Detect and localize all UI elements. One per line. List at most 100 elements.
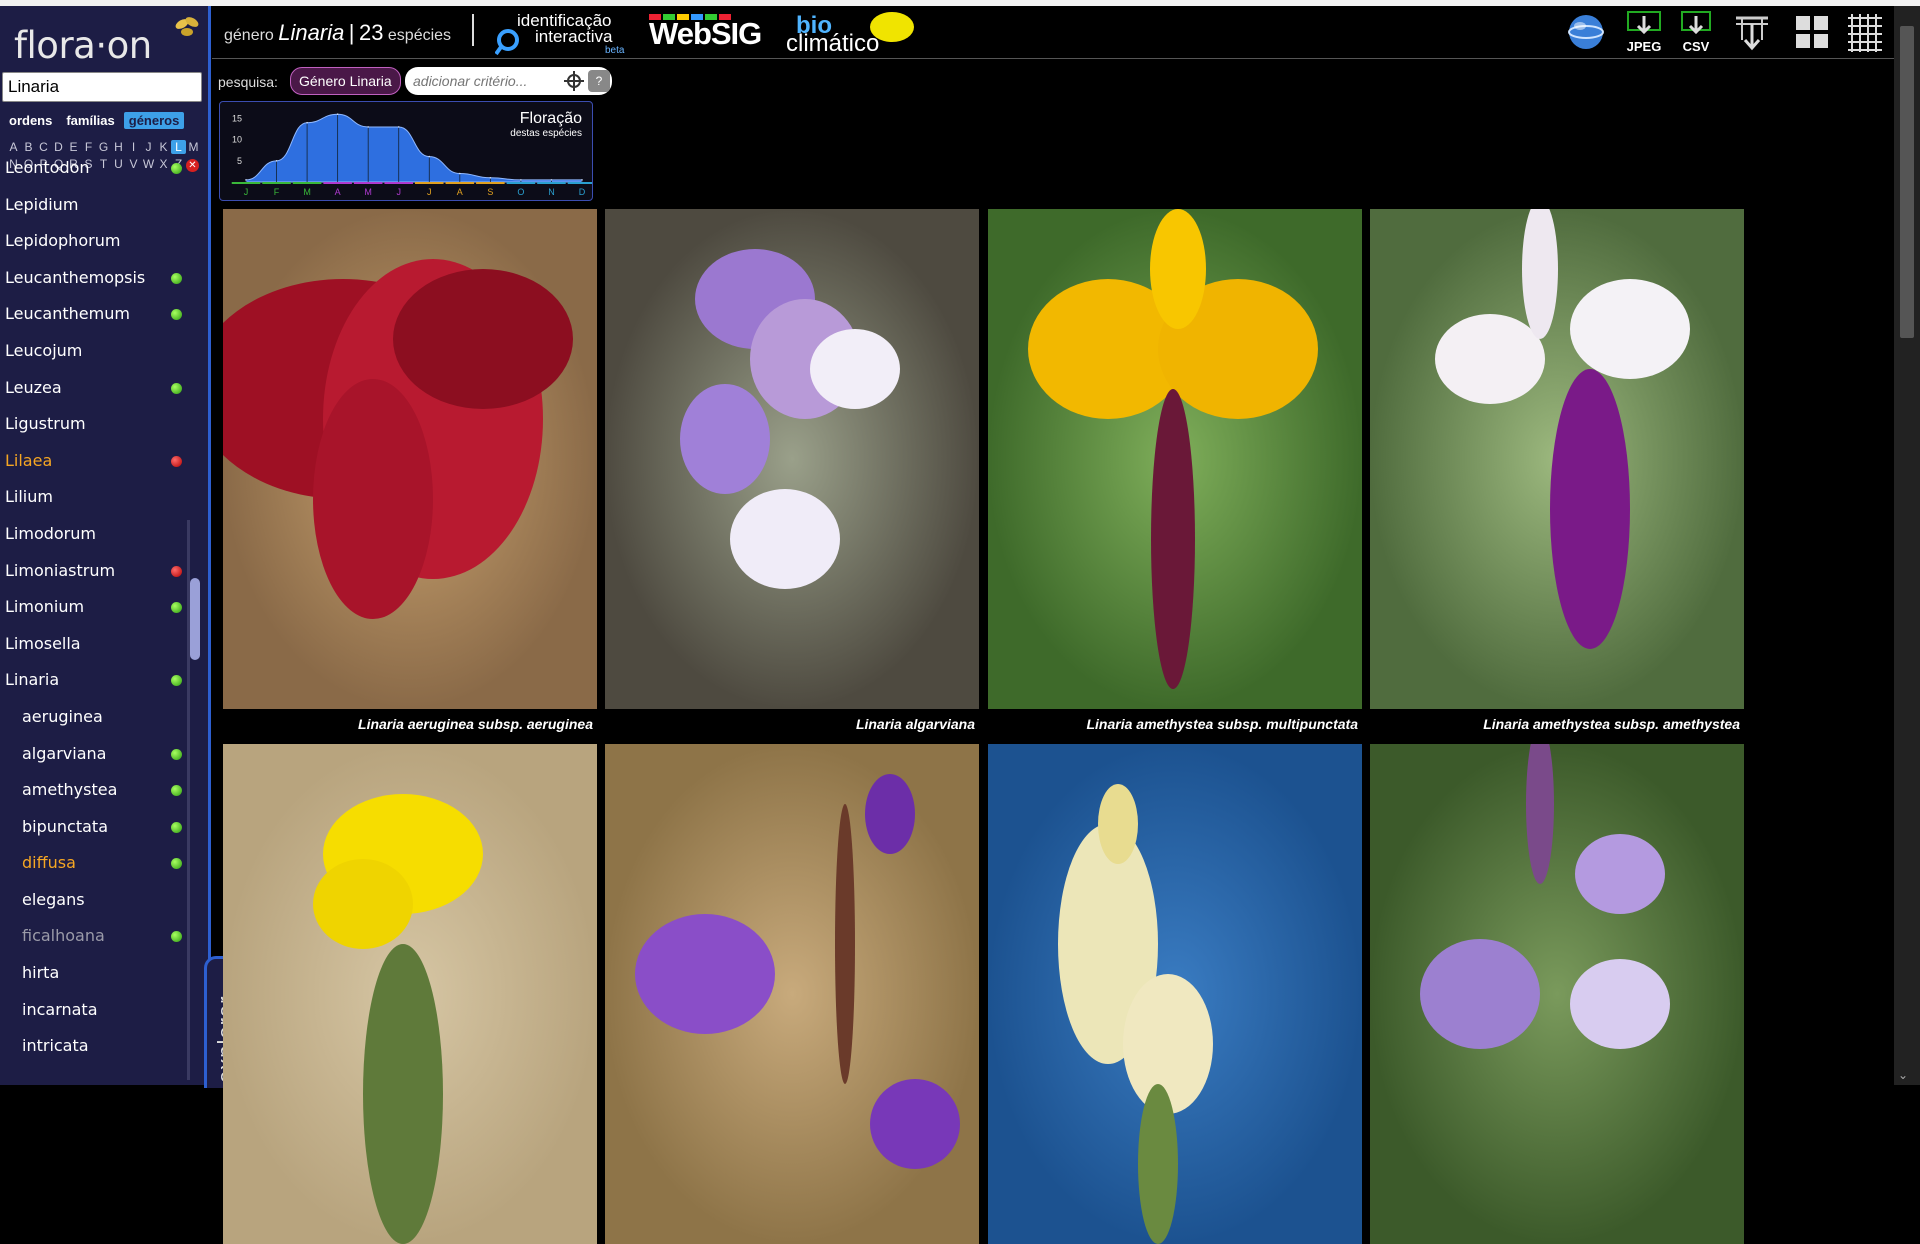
species-item-incarnata[interactable]: incarnata <box>0 992 190 1029</box>
month-label: F <box>274 187 280 197</box>
help-icon[interactable]: ? <box>588 70 610 92</box>
species-photo[interactable] <box>988 744 1362 1244</box>
month-label: O <box>517 187 524 197</box>
filter-genera[interactable]: géneros <box>124 112 185 129</box>
genus-item-limoniastrum[interactable]: Limoniastrum <box>0 553 190 590</box>
websig-button[interactable]: WebSIG <box>649 16 761 52</box>
genus-item-leucanthemopsis[interactable]: Leucanthemopsis <box>0 260 190 297</box>
grid-large-icon[interactable] <box>1794 10 1830 54</box>
month-label: J <box>396 187 401 197</box>
item-label: Leuzea <box>5 378 62 397</box>
species-item-intricata[interactable]: intricata <box>0 1028 190 1065</box>
species-photo[interactable] <box>988 209 1362 709</box>
genus-item-leucojum[interactable]: Leucojum <box>0 333 190 370</box>
genus-criteria-chip[interactable]: Género Linaria <box>290 67 401 95</box>
genus-item-limonium[interactable]: Limonium <box>0 589 190 626</box>
green-status-dot-icon <box>171 675 182 686</box>
item-label: Lilium <box>5 487 53 506</box>
season-band <box>293 182 322 184</box>
green-status-dot-icon <box>171 163 182 174</box>
jpeg-download-button[interactable]: JPEG <box>1622 10 1666 54</box>
scroll-down-arrow-icon[interactable]: ⌄ <box>1898 1068 1908 1082</box>
genus-search-input[interactable] <box>2 72 202 102</box>
green-status-dot-icon <box>171 309 182 320</box>
header-separator: | <box>349 20 355 45</box>
sidebar-scrollbar-thumb[interactable] <box>190 578 200 660</box>
flower-photo-image <box>223 209 597 709</box>
green-status-dot-icon <box>171 749 182 760</box>
genus-item-leontodon[interactable]: Leontodon <box>0 150 190 187</box>
species-photo[interactable] <box>223 744 597 1244</box>
item-label: diffusa <box>22 853 76 872</box>
globe-icon[interactable] <box>1566 10 1606 54</box>
item-label: Leontodon <box>5 158 90 177</box>
item-label: bipunctata <box>22 817 108 836</box>
filter-orders[interactable]: ordens <box>4 112 57 129</box>
item-label: Lilaea <box>5 451 52 470</box>
species-item-bipunctata[interactable]: bipunctata <box>0 809 190 846</box>
chart-title: Floração <box>520 110 582 127</box>
list-download-icon[interactable] <box>1732 10 1772 54</box>
genus-prefix: género <box>224 27 274 44</box>
interactive-identification-button[interactable]: identificação interactiva beta <box>495 9 625 57</box>
y-tick-label: 15 <box>232 113 242 123</box>
species-item-ficalhoana[interactable]: ficalhoana <box>0 918 190 955</box>
grid-small-icon[interactable] <box>1846 10 1884 54</box>
item-label: Linaria <box>5 670 59 689</box>
species-item-amethystea[interactable]: amethystea <box>0 772 190 809</box>
month-label: J <box>427 187 432 197</box>
genus-item-lepidophorum[interactable]: Lepidophorum <box>0 223 190 260</box>
genus-item-lilium[interactable]: Lilium <box>0 479 190 516</box>
crosshair-icon[interactable] <box>564 71 584 91</box>
genus-list: Leontodon LepidiumLepidophorumLeucanthemo… <box>0 150 190 1073</box>
filter-families[interactable]: famílias <box>61 112 119 129</box>
species-photo[interactable] <box>223 209 597 709</box>
ident-beta-label: beta <box>605 45 624 56</box>
green-status-dot-icon <box>171 785 182 796</box>
species-caption[interactable]: Linaria aeruginea subsp. aeruginea <box>223 709 597 739</box>
species-item-aeruginea[interactable]: aeruginea <box>0 699 190 736</box>
flowering-point-11 <box>581 179 583 181</box>
csv-download-button[interactable]: CSV <box>1676 10 1716 54</box>
species-caption[interactable]: Linaria amethystea subsp. multipunctata <box>988 709 1362 739</box>
genus-item-lilaea[interactable]: Lilaea <box>0 443 190 480</box>
species-photo[interactable] <box>1370 744 1744 1244</box>
green-status-dot-icon <box>171 858 182 869</box>
flowering-point-7 <box>459 173 461 175</box>
species-item-diffusa[interactable]: diffusa <box>0 845 190 882</box>
species-item-elegans[interactable]: elegans <box>0 882 190 919</box>
species-caption[interactable]: Linaria amethystea subsp. amethystea <box>1370 709 1744 739</box>
flowering-chart[interactable]: 51015JFMAMJJASONDFloraçãodestas espécies <box>219 101 593 201</box>
genus-item-limodorum[interactable]: Limodorum <box>0 516 190 553</box>
species-item-lamarckii[interactable]: lamarckii <box>0 1065 190 1073</box>
item-label: intricata <box>22 1036 89 1055</box>
item-label: Limoniastrum <box>5 561 115 580</box>
species-item-hirta[interactable]: hirta <box>0 955 190 992</box>
bioclimatic-button[interactable]: bio climático <box>784 10 908 58</box>
species-photo[interactable] <box>605 744 979 1244</box>
genus-item-limosella[interactable]: Limosella <box>0 626 190 663</box>
season-band <box>446 182 475 184</box>
genus-item-ligustrum[interactable]: Ligustrum <box>0 406 190 443</box>
page-scrollbar-thumb[interactable] <box>1900 26 1914 338</box>
flowering-point-6 <box>428 156 430 158</box>
red-status-dot-icon <box>171 456 182 467</box>
month-label: M <box>303 187 311 197</box>
flowering-point-4 <box>367 126 369 128</box>
genus-item-leuzea[interactable]: Leuzea <box>0 370 190 407</box>
genus-item-linaria[interactable]: Linaria <box>0 662 190 699</box>
item-label: Limodorum <box>5 524 96 543</box>
genus-item-leucanthemum[interactable]: Leucanthemum <box>0 296 190 333</box>
species-item-algarviana[interactable]: algarviana <box>0 736 190 773</box>
green-status-dot-icon <box>171 822 182 833</box>
jpeg-download-icon <box>1626 10 1662 38</box>
season-band <box>476 182 505 184</box>
genus-name: Linaria <box>278 20 344 45</box>
flora-on-logo[interactable]: flora·on <box>14 24 152 67</box>
green-status-dot-icon <box>171 931 182 942</box>
species-caption[interactable]: Linaria algarviana <box>605 709 979 739</box>
species-photo[interactable] <box>605 209 979 709</box>
species-photo[interactable] <box>1370 209 1744 709</box>
genus-item-lepidium[interactable]: Lepidium <box>0 187 190 224</box>
y-tick-label: 10 <box>232 135 242 145</box>
